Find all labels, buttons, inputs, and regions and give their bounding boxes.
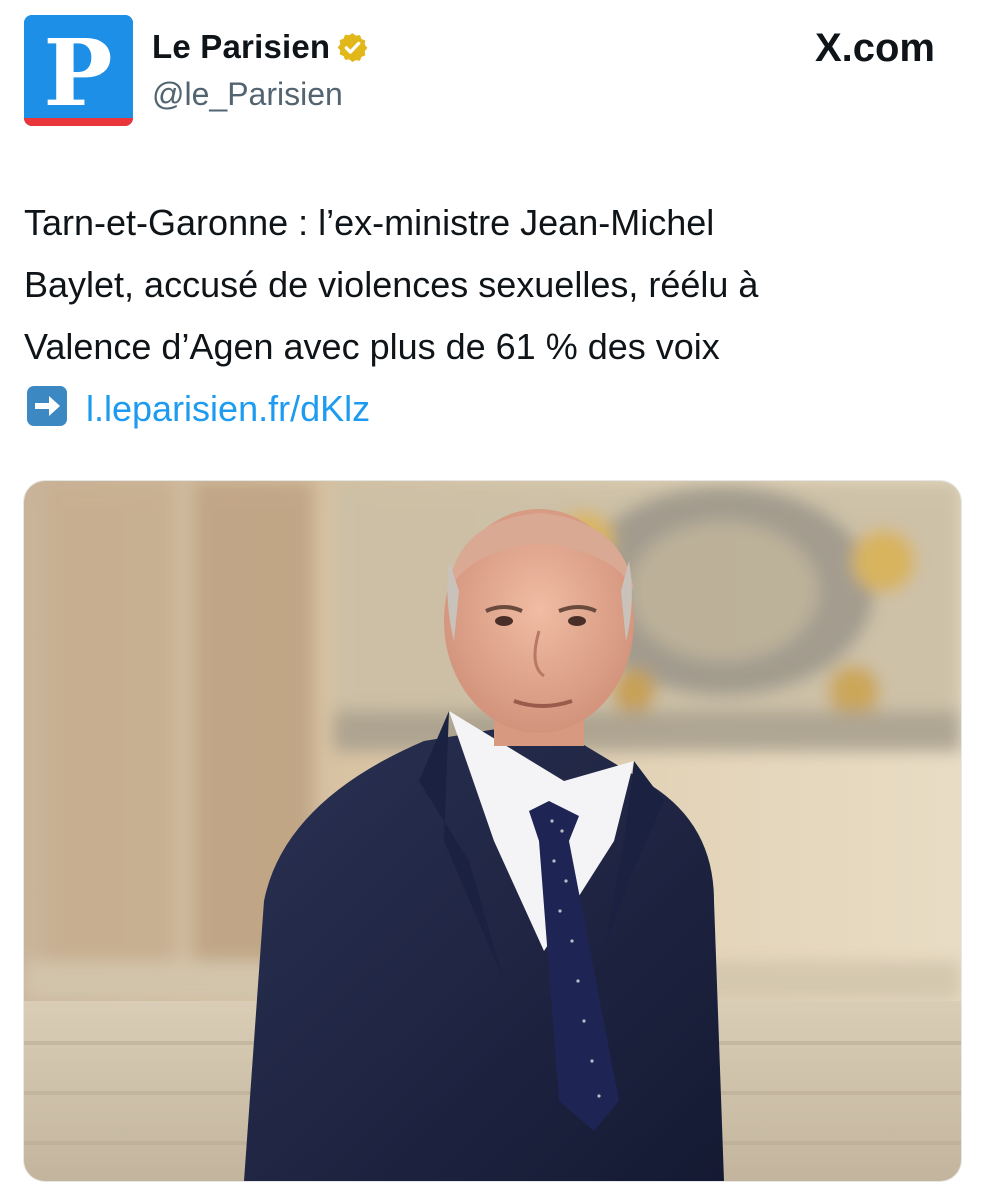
article-link[interactable]: l.leparisien.fr/dKlz — [86, 388, 370, 429]
tweet-text-line: Valence d’Agen avec plus de 61 % des voi… — [24, 326, 720, 367]
arrow-right-emoji-icon — [26, 384, 76, 426]
x-com-text: X.com — [814, 26, 935, 70]
photo-illustration — [24, 481, 961, 1181]
verified-badge-icon — [336, 31, 369, 64]
display-name[interactable]: Le Parisien — [152, 28, 330, 66]
avatar-letter: P — [43, 19, 112, 126]
user-handle[interactable]: @le_Parisien — [152, 76, 343, 113]
tweet-photo[interactable] — [23, 480, 962, 1182]
tweet-text-line: Baylet, accusé de violences sexuelles, r… — [24, 264, 759, 305]
tweet-header: P Le Parisien @le_Parisien X.com — [0, 0, 983, 140]
display-name-row: Le Parisien — [152, 28, 369, 66]
tweet-text-line: Tarn-et-Garonne : l’ex-ministre Jean-Mic… — [24, 202, 715, 243]
tweet-text: Tarn-et-Garonne : l’ex-ministre Jean-Mic… — [24, 192, 944, 440]
avatar[interactable]: P — [24, 15, 133, 126]
tweet-link-line: l.leparisien.fr/dKlz — [24, 378, 944, 440]
x-com-watermark: X.com — [815, 26, 935, 71]
